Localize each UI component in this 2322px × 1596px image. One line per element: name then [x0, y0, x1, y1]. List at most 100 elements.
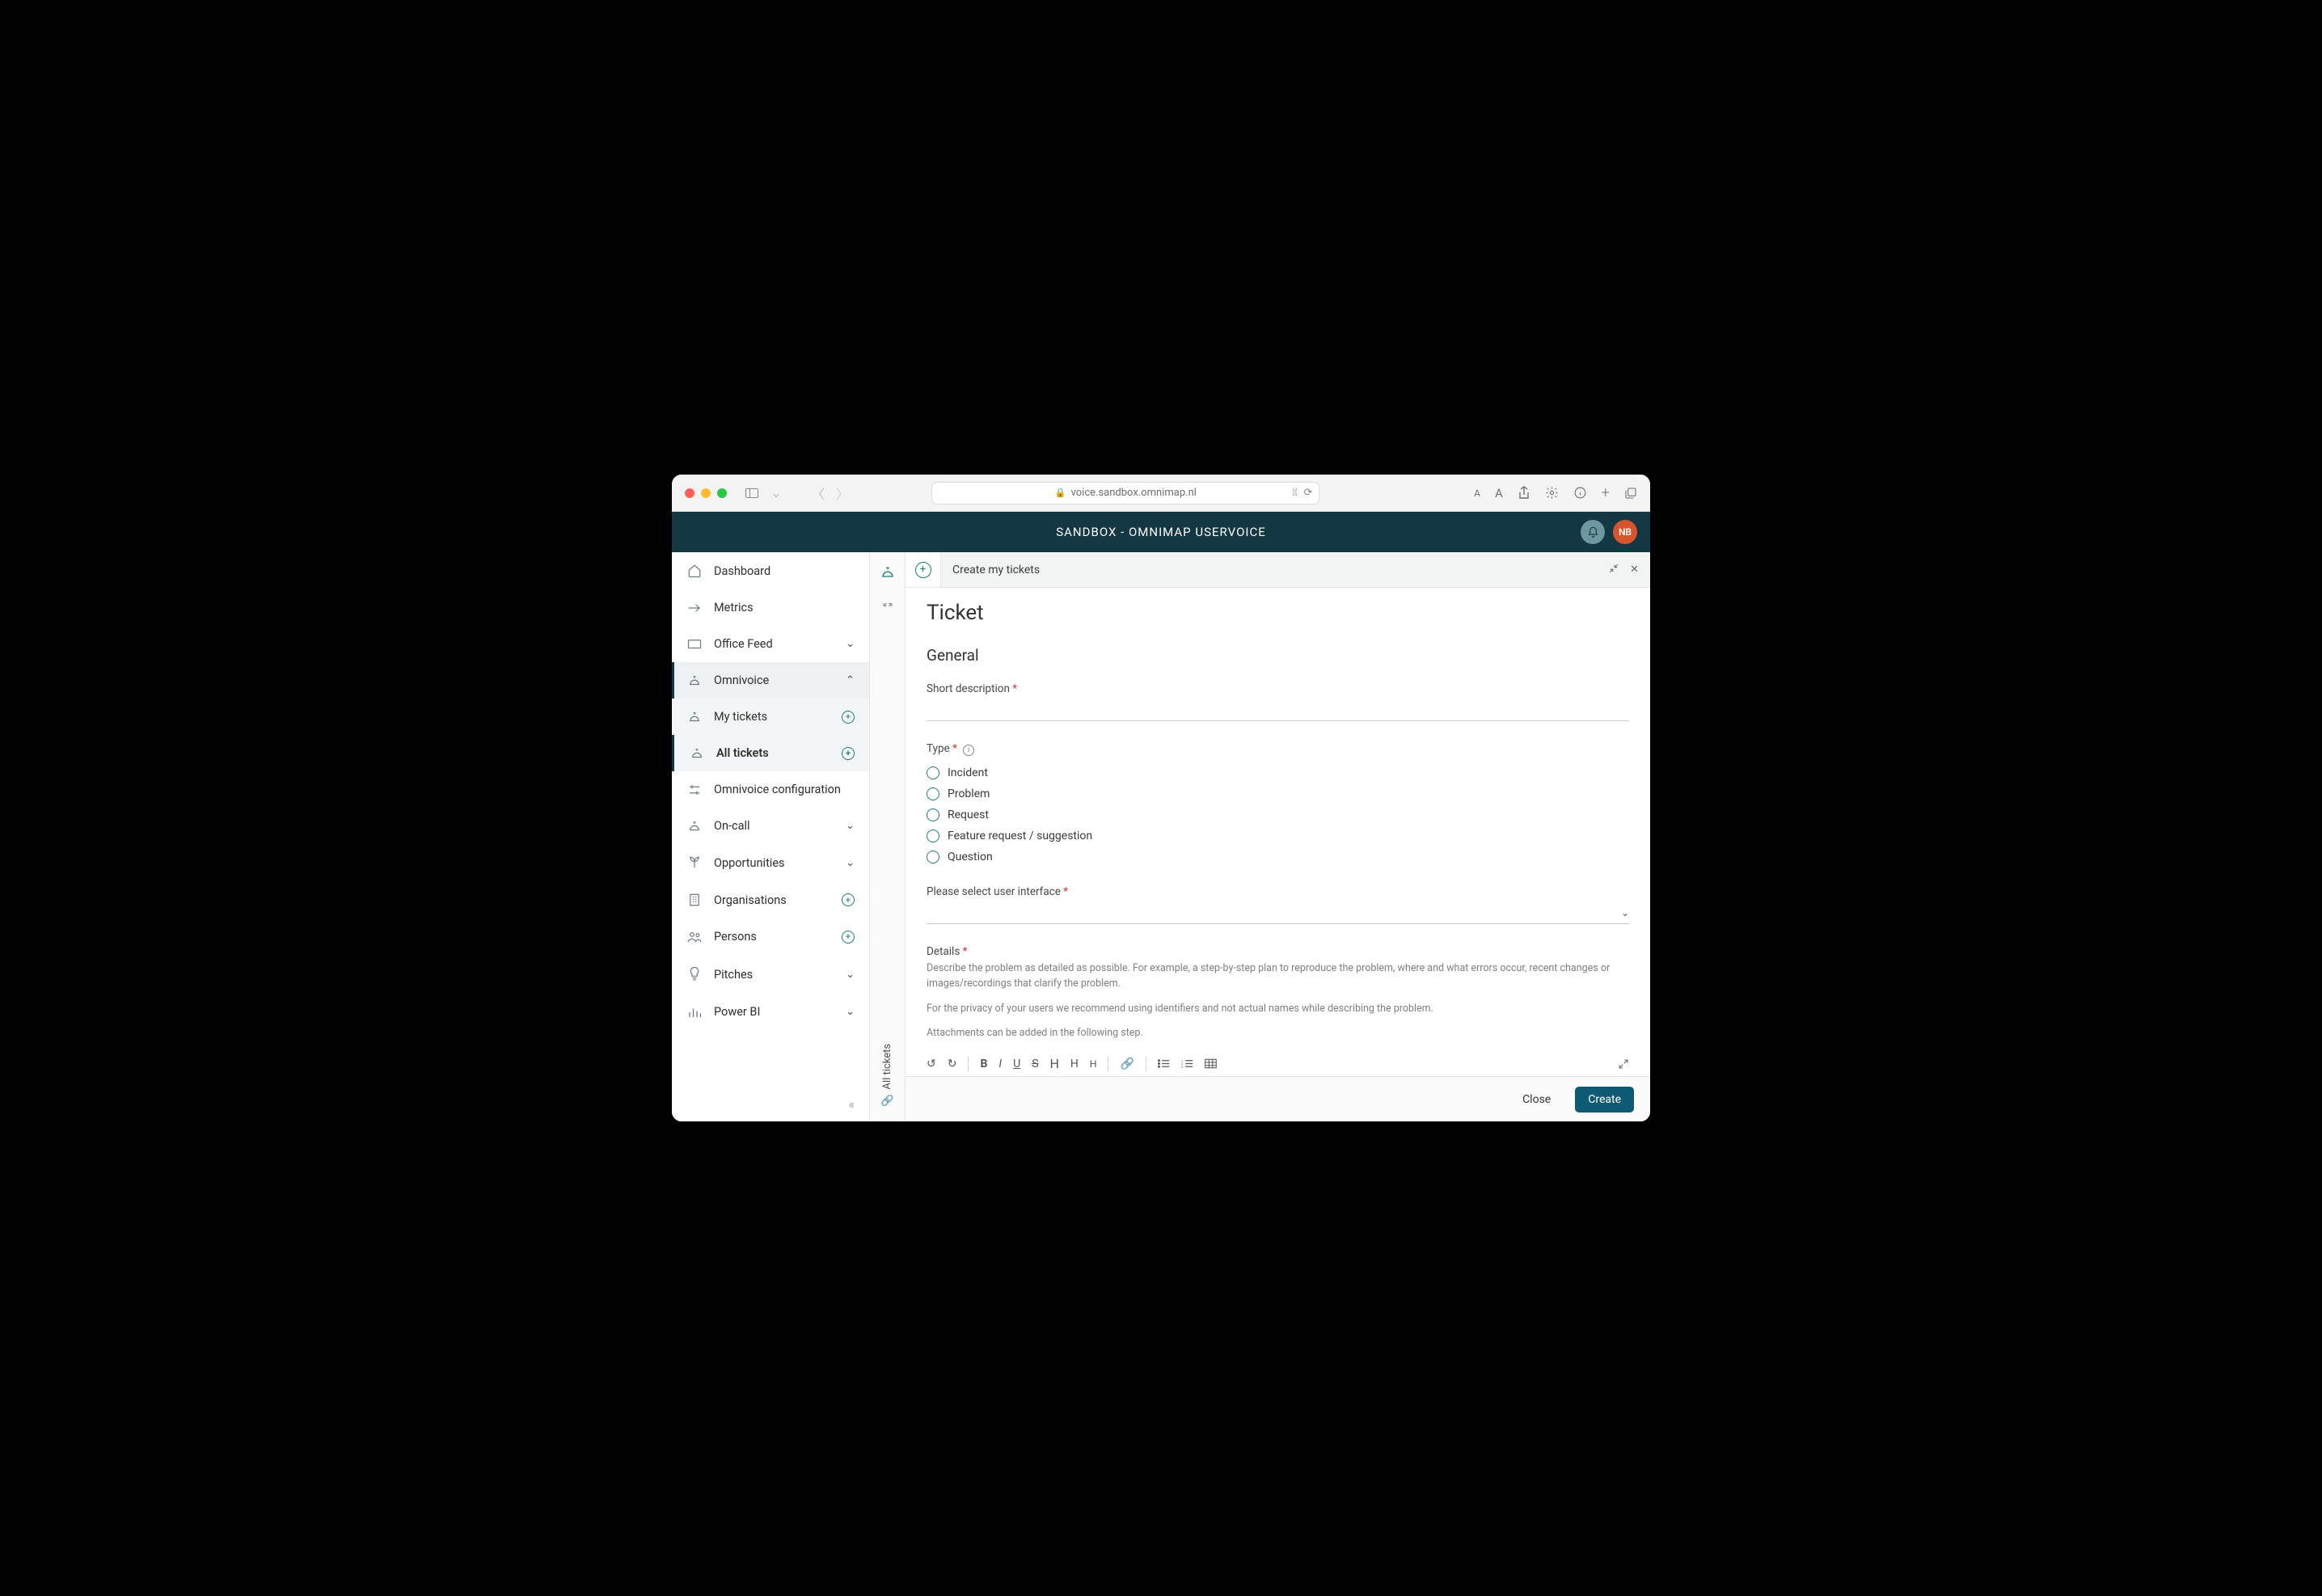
- close-window-button[interactable]: [685, 488, 694, 498]
- sidebar-item-metrics[interactable]: Metrics: [672, 589, 869, 626]
- bullet-list-icon[interactable]: [1158, 1058, 1170, 1069]
- nav-forward-button[interactable]: 〉: [834, 484, 851, 502]
- chevron-down-icon: ⌄: [846, 857, 855, 869]
- minimize-tab-icon[interactable]: [1609, 564, 1619, 576]
- sidebar-item-my-tickets[interactable]: My tickets +: [672, 699, 869, 735]
- ui-select-label: Please select user interface *: [927, 885, 1629, 898]
- chevron-down-icon: ⌄: [846, 969, 855, 981]
- new-tab-icon[interactable]: +: [1602, 484, 1610, 501]
- sidebar-item-omnivoice-config[interactable]: Omnivoice configuration: [672, 771, 869, 808]
- add-icon[interactable]: +: [842, 711, 855, 724]
- radio-icon: [927, 830, 939, 842]
- new-tab-button[interactable]: +: [906, 552, 941, 587]
- form-footer: Close Create: [906, 1076, 1650, 1121]
- sidebar-item-power-bi[interactable]: Power BI ⌄: [672, 994, 869, 1030]
- sidebar-item-persons[interactable]: Persons +: [672, 918, 869, 955]
- add-icon[interactable]: +: [842, 893, 855, 906]
- sidebar-item-organisations[interactable]: Organisations +: [672, 881, 869, 918]
- sidebar-item-label: My tickets: [714, 710, 767, 724]
- add-icon[interactable]: +: [842, 931, 855, 944]
- building-icon: [686, 893, 703, 907]
- heading1-icon[interactable]: H: [1050, 1056, 1059, 1071]
- details-help-2: For the privacy of your users we recomme…: [927, 1002, 1629, 1017]
- sidebar-item-on-call[interactable]: On-call ⌄: [672, 808, 869, 844]
- service-bell-icon: [689, 747, 705, 760]
- share-icon[interactable]: [1518, 486, 1530, 500]
- chevron-down-icon: ⌄: [846, 638, 855, 650]
- details-help-1: Describe the problem as detailed as poss…: [927, 961, 1629, 992]
- tab-create-ticket[interactable]: Create my tickets ✕: [941, 552, 1650, 587]
- url-bar[interactable]: 🔒 voice.sandbox.omnimap.nl 􀌂 ⟳: [931, 482, 1319, 505]
- chevron-down-icon: ⌄: [1621, 907, 1629, 918]
- sidebar-item-label: Office Feed: [714, 637, 773, 651]
- strikethrough-icon[interactable]: S: [1032, 1058, 1038, 1070]
- close-tab-icon[interactable]: ✕: [1630, 564, 1639, 576]
- heading2-icon[interactable]: H: [1070, 1058, 1079, 1070]
- chevron-down-icon: ⌄: [846, 820, 855, 832]
- rail-bell-button[interactable]: [877, 562, 898, 583]
- reader-small-icon[interactable]: A: [1474, 488, 1480, 499]
- notifications-button[interactable]: [1581, 520, 1605, 544]
- titlebar-right: A A +: [1474, 484, 1637, 501]
- separator: [968, 1057, 969, 1071]
- bold-icon[interactable]: B: [980, 1058, 987, 1070]
- rail-expand-button[interactable]: [877, 594, 898, 615]
- sidebar-item-all-tickets[interactable]: All tickets +: [672, 735, 869, 771]
- numbered-list-icon[interactable]: 123: [1181, 1058, 1193, 1069]
- radio-request[interactable]: Request: [927, 804, 1629, 825]
- link-icon: 🔗: [881, 1094, 893, 1107]
- sidebar-item-label: Opportunities: [714, 856, 785, 870]
- titlebar-dropdown[interactable]: ⌄: [767, 484, 785, 502]
- browser-window: ⌄ 〈 〉 🔒 voice.sandbox.omnimap.nl 􀌂 ⟳ A A: [672, 475, 1650, 1121]
- chevron-down-icon: ⌄: [846, 1006, 855, 1018]
- sidebar-item-pitches[interactable]: Pitches ⌄: [672, 955, 869, 994]
- radio-icon: [927, 851, 939, 863]
- minimize-window-button[interactable]: [701, 488, 711, 498]
- radio-problem[interactable]: Problem: [927, 783, 1629, 804]
- tabs-overview-icon[interactable]: [1624, 487, 1637, 500]
- sidebar-item-label: Metrics: [714, 601, 754, 614]
- radio-question[interactable]: Question: [927, 847, 1629, 868]
- collapse-sidebar-button[interactable]: «: [672, 1087, 869, 1121]
- reader-large-icon[interactable]: A: [1495, 486, 1503, 500]
- table-icon[interactable]: [1205, 1058, 1217, 1069]
- italic-icon[interactable]: I: [998, 1058, 1002, 1070]
- sidebar-toggle-button[interactable]: [743, 484, 761, 502]
- tab-title: Create my tickets: [952, 564, 1040, 576]
- nav-back-button[interactable]: 〈: [809, 484, 827, 502]
- heading3-icon[interactable]: H: [1090, 1058, 1097, 1070]
- user-avatar[interactable]: NB: [1613, 520, 1637, 544]
- service-bell-icon: [686, 674, 703, 687]
- reload-icon[interactable]: ⟳: [1303, 487, 1312, 499]
- underline-icon[interactable]: U: [1013, 1058, 1020, 1070]
- sidebar-item-label: Power BI: [714, 1005, 760, 1019]
- radio-incident[interactable]: Incident: [927, 762, 1629, 783]
- undo-icon[interactable]: ↺: [927, 1058, 936, 1070]
- settings-gear-icon[interactable]: [1545, 486, 1559, 500]
- info-icon[interactable]: i: [963, 745, 974, 756]
- short-desc-input[interactable]: [927, 699, 1629, 721]
- rail-vertical-label[interactable]: 🔗 All tickets: [881, 1044, 893, 1107]
- link-icon[interactable]: 🔗: [1120, 1058, 1134, 1070]
- info-circle-icon[interactable]: [1573, 486, 1587, 500]
- create-button[interactable]: Create: [1575, 1087, 1634, 1113]
- arrow-right-icon: [686, 602, 703, 614]
- sidebar-item-office-feed[interactable]: Office Feed ⌄: [672, 626, 869, 662]
- sidebar-item-omnivoice[interactable]: Omnivoice ⌃: [672, 662, 869, 699]
- sidebar-item-opportunities[interactable]: Opportunities ⌄: [672, 844, 869, 881]
- traffic-lights: [685, 488, 727, 498]
- sidebar-item-dashboard[interactable]: Dashboard: [672, 552, 869, 589]
- fullscreen-window-button[interactable]: [717, 488, 727, 498]
- ui-select[interactable]: ⌄: [927, 901, 1629, 924]
- sidebar-item-label: Pitches: [714, 968, 753, 982]
- add-icon[interactable]: +: [842, 747, 855, 760]
- radio-feature[interactable]: Feature request / suggestion: [927, 825, 1629, 847]
- short-desc-label: Short description *: [927, 682, 1629, 695]
- redo-icon[interactable]: ↻: [948, 1058, 957, 1070]
- close-button[interactable]: Close: [1509, 1087, 1564, 1113]
- expand-editor-icon[interactable]: [1618, 1058, 1629, 1070]
- details-label: Details *: [927, 945, 1629, 958]
- bulb-icon: [686, 966, 703, 982]
- app-header: SANDBOX - OMNIMAP USERVOICE NB: [672, 512, 1650, 552]
- translate-icon[interactable]: 􀌂: [1293, 487, 1298, 499]
